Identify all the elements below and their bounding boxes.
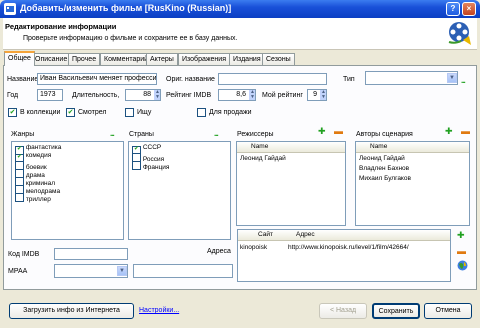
genre-checkbox[interactable]: [15, 193, 24, 202]
addresses-field[interactable]: [133, 264, 233, 278]
wanted-label: Ищу: [137, 109, 152, 116]
genre-item[interactable]: триллер: [15, 192, 51, 203]
tab-other[interactable]: Прочее: [68, 53, 101, 65]
tab-editions[interactable]: Издания: [229, 53, 265, 65]
orig-title-label: Ориг. название: [166, 76, 215, 83]
globe-icon[interactable]: [457, 260, 468, 271]
country-label: СССР: [142, 144, 162, 151]
wanted-checkbox[interactable]: [125, 108, 134, 117]
writer-row[interactable]: Леонид Гайдай: [359, 155, 405, 162]
film-reel-icon: [447, 20, 473, 46]
sites-column-site: Сайт: [258, 231, 273, 238]
duration-label: Длительность,: [72, 92, 120, 99]
load-from-internet-button[interactable]: Загрузить инфо из Интернета: [9, 303, 134, 319]
tab-comment[interactable]: Комментарий: [100, 53, 153, 65]
my-rating-label: Мой рейтинг: [262, 92, 303, 99]
director-row[interactable]: Леонид Гайдай: [240, 155, 286, 162]
writer-row[interactable]: Михаил Булгаков: [359, 175, 411, 182]
site-name: kinopoisk: [240, 244, 268, 251]
close-button[interactable]: ×: [462, 2, 476, 16]
add-writer-plus-icon[interactable]: ✚: [445, 126, 453, 137]
app-icon: [4, 3, 16, 15]
for-sale-checkbox[interactable]: [197, 108, 206, 117]
help-button[interactable]: ?: [446, 2, 460, 16]
in-collection-label: В коллекции: [20, 109, 61, 116]
duration-spinner[interactable]: ▲ ▼: [154, 90, 160, 100]
sites-grid[interactable]: Сайт Адрес kinopoisk http://www.kinopois…: [237, 229, 451, 282]
countries-list[interactable]: ✔ СССР Россия Франция: [128, 141, 231, 240]
header-title: Редактирование информации: [5, 22, 117, 31]
addresses-label: Адреса: [207, 248, 231, 255]
type-more-ellipsis-icon[interactable]: ...: [461, 76, 466, 85]
back-button[interactable]: < Назад: [319, 303, 367, 319]
writers-grid-header[interactable]: Name: [356, 142, 469, 153]
window-title: Добавить/изменить фильм [RusKino (Russia…: [20, 3, 232, 13]
save-button[interactable]: Сохранить: [372, 303, 420, 319]
genre-label: комедия: [25, 152, 52, 159]
imdb-code-label: Код IMDB: [8, 251, 40, 258]
header-panel: Редактирование информации Проверьте инфо…: [3, 18, 477, 50]
type-dropdown-arrow[interactable]: ▼: [447, 73, 457, 83]
in-collection-checkbox[interactable]: ✔: [8, 108, 17, 117]
header-subtitle: Проверьте информацию о фильме и сохранит…: [23, 35, 238, 42]
writers-column-name: Name: [370, 143, 388, 150]
type-label: Тип: [343, 76, 355, 83]
directors-column-name: Name: [251, 143, 269, 150]
add-site-plus-icon[interactable]: ✚: [457, 230, 465, 241]
countries-more-ellipsis-icon[interactable]: ...: [214, 129, 219, 138]
site-row[interactable]: kinopoisk http://www.kinopoisk.ru/level/…: [240, 244, 448, 254]
genre-label: фантастика: [25, 144, 62, 151]
country-item[interactable]: Франция: [132, 160, 169, 171]
tab-actors[interactable]: Актеры: [146, 53, 178, 65]
mpaa-dropdown-arrow[interactable]: ▼: [117, 266, 127, 276]
title-bar[interactable]: Добавить/изменить фильм [RusKino (Russia…: [0, 0, 480, 18]
genres-list[interactable]: ✔ фантастика ✔ комедия боевик драма крим…: [11, 141, 124, 240]
directors-grid-header[interactable]: Name: [237, 142, 345, 153]
year-field[interactable]: 1973: [37, 89, 63, 101]
writer-row[interactable]: Владлен Бахнов: [359, 165, 409, 172]
countries-label: Страны: [129, 131, 154, 138]
title-field[interactable]: Иван Васильевич меняет профессию: [37, 73, 157, 85]
imdb-code-field[interactable]: [54, 248, 128, 260]
type-select[interactable]: [365, 71, 458, 85]
site-url: http://www.kinopoisk.ru/level/1/film/426…: [288, 244, 409, 251]
genres-more-ellipsis-icon[interactable]: ...: [110, 129, 115, 138]
year-label: Год: [7, 92, 19, 99]
writers-label: Авторы сценария: [356, 131, 413, 138]
remove-director-minus-icon[interactable]: ▬: [334, 126, 343, 136]
sites-grid-header[interactable]: Сайт Адрес: [238, 230, 450, 241]
remove-writer-minus-icon[interactable]: ▬: [461, 126, 470, 136]
remove-site-minus-icon[interactable]: ▬: [457, 246, 466, 256]
add-director-plus-icon[interactable]: ✚: [318, 126, 326, 137]
for-sale-label: Для продажи: [209, 109, 252, 116]
tab-description[interactable]: Описание: [31, 53, 72, 65]
tab-seasons[interactable]: Сезоны: [262, 53, 295, 65]
tab-general[interactable]: Общее: [4, 51, 35, 66]
tab-images[interactable]: Изображения: [178, 53, 230, 65]
country-label: Франция: [142, 164, 170, 171]
imdb-rating-spinner[interactable]: ▲ ▼: [249, 90, 255, 100]
mpaa-label: MPAA: [8, 268, 28, 275]
genre-label: триллер: [25, 196, 51, 203]
country-checkbox[interactable]: [132, 161, 141, 170]
directors-label: Режиссеры: [237, 131, 274, 138]
genres-label: Жанры: [11, 131, 35, 138]
imdb-rating-label: Рейтинг IMDB: [166, 92, 212, 99]
seen-checkbox[interactable]: ✔: [66, 108, 75, 117]
settings-link[interactable]: Настройки...: [139, 307, 179, 314]
writers-grid[interactable]: Name Леонид Гайдай Владлен Бахнов Михаил…: [355, 141, 470, 226]
seen-label: Смотрел: [78, 109, 107, 116]
orig-title-field[interactable]: [218, 73, 327, 85]
title-label: Название: [7, 76, 39, 83]
directors-grid[interactable]: Name Леонид Гайдай: [236, 141, 346, 226]
cancel-button[interactable]: Отмена: [424, 303, 472, 319]
my-rating-spinner[interactable]: ▲ ▼: [320, 90, 326, 100]
sites-column-url: Адрес: [296, 231, 315, 238]
